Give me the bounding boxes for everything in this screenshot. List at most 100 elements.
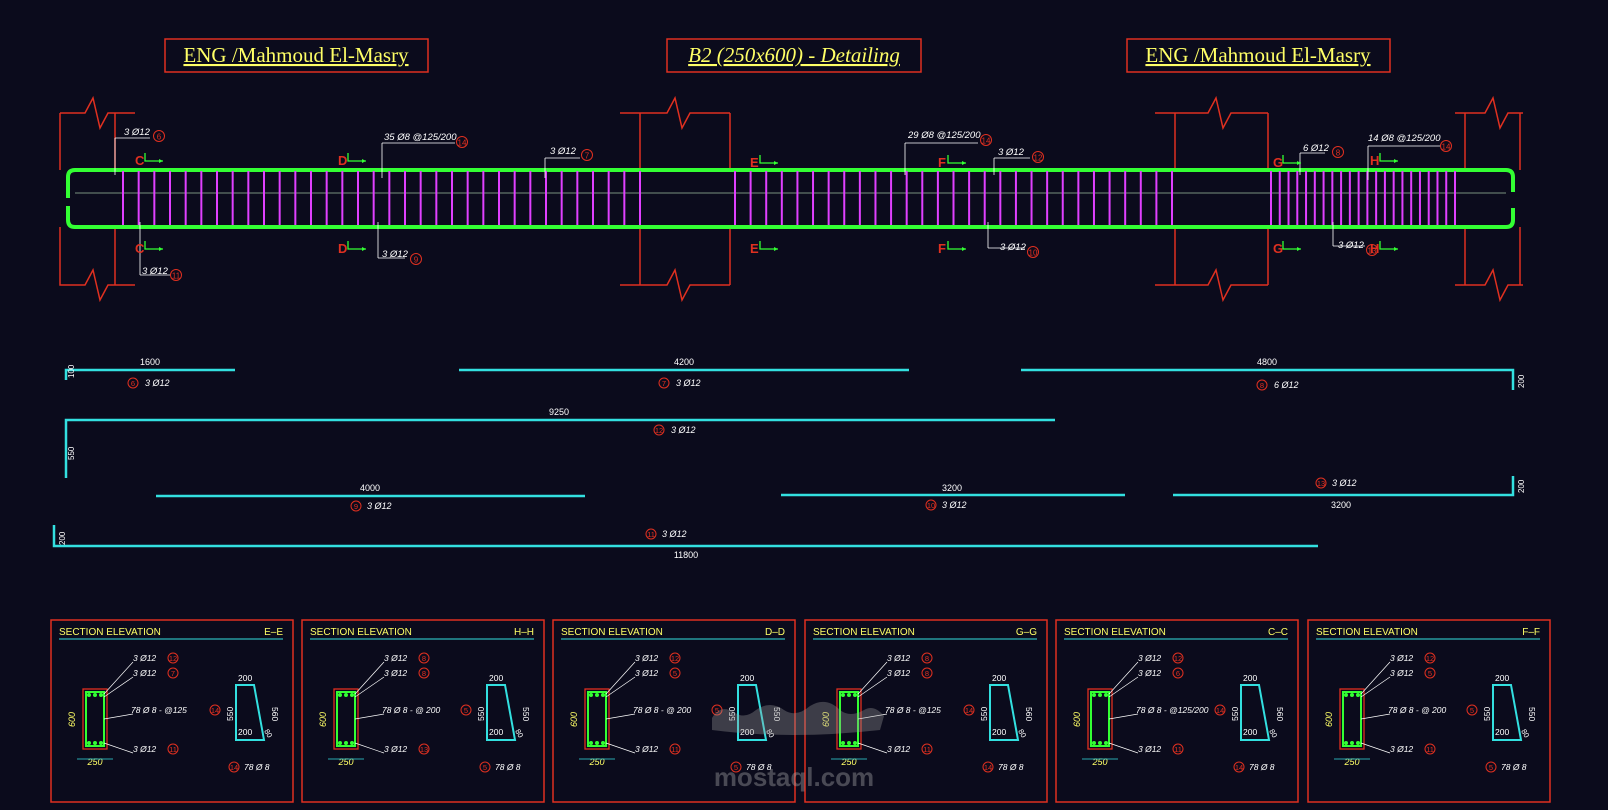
bottom-bar [93,741,97,745]
top-bar [1098,693,1102,697]
bottom-bar [1356,741,1360,745]
section-width: 250 [1091,757,1107,767]
bar-mark: 6 [1176,669,1180,678]
label-top-span2-bars: 3 Ø12 [998,147,1025,158]
bar-mark: 8 [422,669,426,678]
legend-label: 78 Ø 8 [244,762,270,772]
section-cut-f-top: F [938,155,946,170]
top-bar [601,693,605,697]
watermark-text: mostaql.com [714,762,874,792]
bar-13-mark: 13 [1317,479,1325,488]
section-stirrup [1342,691,1362,747]
leader-line [1108,742,1139,754]
legend-label: 78 Ø 8 [1249,762,1275,772]
section-panel-2: SECTION ELEVATION H–H 600 250 3 Ø12 8 3 Ø12 8 78… [301,619,545,803]
bar-mark: 14 [965,706,973,715]
bar-mark: 8 [925,669,929,678]
stirrup-dim-right: 560 [270,707,280,721]
stirrup-dim-bottom: 200 [992,727,1006,737]
leader-line [605,742,636,754]
section-cut-name: C–C [1268,627,1288,638]
bar-7-mark: 7 [662,379,666,388]
bar-11-label: 3 Ø12 [662,529,687,539]
leader-line [605,713,636,720]
stirrup-dim-bottom: 200 [489,727,503,737]
bar-7-label: 3 Ø12 [676,378,701,388]
bottom-bar [344,741,348,745]
stirrup-dim-left: 550 [1482,707,1492,721]
top-bar [595,693,599,697]
leader-label: 78 Ø 8 - @125 [885,705,941,715]
leader-label: 78 Ø 8 - @ 200 [382,705,441,715]
leader-label: 3 Ø12 [1138,653,1161,663]
bar-11-length: 11800 [674,550,698,560]
top-bar [99,693,103,697]
leader-line [1108,713,1139,720]
bar-mark: 12 [1174,654,1182,663]
bar-9-label: 3 Ø12 [367,501,392,511]
legend-mark: 14 [230,763,238,772]
legend-mark: 14 [1235,763,1243,772]
stirrup-dim-left: 550 [476,707,486,721]
top-bar [1350,693,1354,697]
label-top-span3-bars: 6 Ø12 [1303,143,1330,154]
section-title: SECTION ELEVATION [813,627,915,638]
label-bot-span3-bars: 3 Ø12 [1338,240,1365,251]
bottom-bar [589,741,593,745]
bottom-bar [1344,741,1348,745]
section-width: 250 [588,757,604,767]
title-right: ENG /Mahmoud El-Masry [1126,38,1391,73]
leader-line [103,661,134,695]
bar-13-label: 3 Ø12 [1332,478,1357,488]
leader-label: 3 Ø12 [635,744,658,754]
top-bar [589,693,593,697]
cut-arrowhead [362,247,366,251]
section-cut-g-top: G [1273,155,1283,170]
bar-mark: 11 [671,745,679,754]
stirrup-dim-top: 200 [1243,673,1257,683]
bottom-bar [847,741,851,745]
section-cut-g-bottom: G [1273,241,1283,256]
bar-8-mark: 8 [1260,381,1264,390]
bottom-bar [99,741,103,745]
section-height: 600 [1324,712,1334,727]
beam-annotations [114,137,1440,276]
label-bot-left-bars: 3 Ø12 [142,266,169,277]
leader-label: 78 Ø 8 - @125/200 [1136,705,1209,715]
label-stirrups-1: 35 Ø8 @125/200 [384,132,457,143]
section-cut-h-bottom: H [1370,241,1379,256]
section-cut-d-top: D [338,153,347,168]
legend-label: 78 Ø 8 [998,762,1024,772]
top-bar [841,693,845,697]
column-4-top [1455,95,1523,170]
bar-mark: 5 [464,706,468,715]
bottom-bar [1350,741,1354,745]
section-cut-d-bottom: D [338,241,347,256]
leader-line [354,676,385,698]
cut-arrowhead [159,247,163,251]
cut-arrowhead [362,159,366,163]
bar-mark: 7 [171,669,175,678]
section-width: 250 [337,757,353,767]
bar-mark: 11 [1174,745,1182,754]
bar-mark: 12 [1426,654,1434,663]
column-4-bottom [1455,227,1523,303]
top-bar [847,693,851,697]
label-stirrups-2: 29 Ø8 @125/200 [907,130,981,141]
stirrup-dim-right: 560 [1024,707,1034,721]
section-panel-6: SECTION ELEVATION F–F6002503 Ø12 123 Ø12 57… [1307,619,1551,803]
title-right-text: ENG /Mahmoud El-Masry [1145,43,1371,67]
cut-arrowhead [962,247,966,251]
bar-12-shape [64,418,1055,478]
mark-6: 6 [157,133,162,142]
leader-line [354,713,385,720]
leader-label: 3 Ø12 [887,653,910,663]
leader-line [1108,661,1139,695]
top-bar [350,693,354,697]
label-bot-mid-bars: 3 Ø12 [382,249,409,260]
top-bar [853,693,857,697]
section-cut-name: H–H [514,627,534,638]
bar-mark: 8 [422,654,426,663]
cut-arrowhead [159,159,163,163]
leader-line [103,676,134,698]
